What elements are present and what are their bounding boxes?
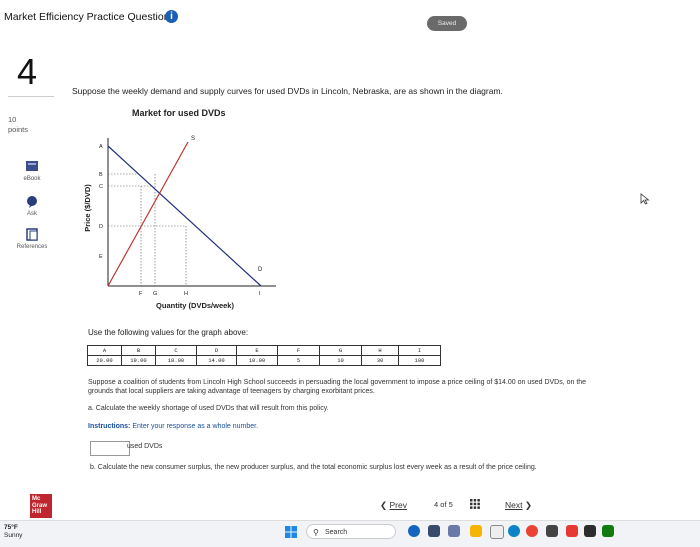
chevron-right-icon: ❯ bbox=[524, 500, 532, 510]
y-tick-label: A bbox=[99, 144, 103, 150]
table-header-cell: B bbox=[121, 345, 156, 356]
grid-icon[interactable] bbox=[470, 499, 480, 509]
next-button[interactable]: Next ❯ bbox=[505, 500, 532, 511]
app-title: Market Efficiency Practice Questions bbox=[4, 11, 175, 23]
table-header-cell: A bbox=[87, 345, 122, 356]
table-header-cell: D bbox=[196, 345, 237, 356]
part-a-question: a. Calculate the weekly shortage of used… bbox=[88, 405, 329, 412]
header-bar: Market Efficiency Practice Questions i S… bbox=[0, 0, 700, 36]
app-icon[interactable] bbox=[408, 525, 420, 537]
supply-curve bbox=[107, 141, 189, 287]
sidebar-item-ebook[interactable]: eBook bbox=[8, 160, 56, 182]
chart-title: Market for used DVDs bbox=[132, 108, 226, 118]
x-tick-label: G bbox=[153, 291, 157, 297]
table-value-cell: 5 bbox=[277, 355, 320, 366]
x-tick-label: F bbox=[139, 291, 143, 297]
file-explorer-icon[interactable] bbox=[470, 525, 482, 537]
demand-curve bbox=[107, 145, 262, 287]
app-icon[interactable] bbox=[490, 525, 504, 539]
table-header-cell: E bbox=[236, 345, 278, 356]
search-label: Search bbox=[325, 529, 348, 536]
page-indicator: 4 of 5 bbox=[434, 500, 453, 509]
mouse-cursor-icon bbox=[640, 193, 650, 205]
chrome-browser-icon[interactable] bbox=[526, 525, 538, 537]
y-tick-label: B bbox=[99, 172, 103, 178]
app-icon[interactable] bbox=[584, 525, 596, 537]
demand-curve-label: D bbox=[258, 267, 263, 273]
part-b-question: b. Calculate the new consumer surplus, t… bbox=[90, 464, 537, 471]
sidebar-item-references[interactable]: References bbox=[8, 228, 56, 250]
answer-input[interactable] bbox=[90, 441, 130, 456]
y-tick-label: C bbox=[99, 184, 103, 190]
camera-app-icon[interactable] bbox=[428, 525, 440, 537]
table-value-cell: 10 bbox=[319, 355, 362, 366]
app-icon[interactable] bbox=[448, 525, 460, 537]
x-tick-label: H bbox=[184, 291, 188, 297]
windows-start-icon[interactable] bbox=[285, 526, 297, 538]
table-header-cell: H bbox=[361, 345, 399, 356]
temperature: 75°F bbox=[4, 524, 18, 531]
y-tick-label: E bbox=[99, 254, 103, 260]
question-prompt: Suppose the weekly demand and supply cur… bbox=[72, 86, 503, 96]
sidebar-item-ask[interactable]: Ask bbox=[8, 195, 56, 217]
table-value-cell: 10.00 bbox=[236, 355, 278, 366]
y-axis-label: Price ($/DVD) bbox=[83, 184, 92, 232]
weather-condition: Sunny bbox=[4, 532, 23, 539]
instructions-label: Instructions: bbox=[88, 423, 131, 430]
x-tick-label: I bbox=[259, 291, 261, 297]
sidebar-item-label: Ask bbox=[26, 211, 37, 217]
instructions: Instructions: Enter your response as a w… bbox=[88, 423, 258, 430]
x-axis-label: Quantity (DVDs/week) bbox=[156, 301, 234, 310]
app-icon[interactable] bbox=[546, 525, 558, 537]
table-header-cell: I bbox=[398, 345, 441, 356]
prev-button[interactable]: ❮ Prev bbox=[380, 500, 407, 511]
weather-widget[interactable]: 75°F Sunny bbox=[4, 524, 22, 540]
ask-icon bbox=[27, 196, 37, 208]
scenario-text: Suppose a coalition of students from Lin… bbox=[88, 379, 587, 395]
xbox-icon[interactable] bbox=[602, 525, 614, 537]
taskbar-search[interactable]: ⚲ Search bbox=[306, 524, 396, 539]
ebook-icon bbox=[26, 161, 38, 171]
sidebar-item-label: References bbox=[16, 244, 48, 250]
answer-unit: used DVDs bbox=[127, 443, 163, 450]
supply-curve-label: S bbox=[191, 136, 195, 142]
search-icon: ⚲ bbox=[313, 528, 319, 537]
values-table: ABCDEFGHI 20.00 19.00 18.00 14.00 10.00 5 10 30… bbox=[87, 345, 441, 366]
next-label: Next bbox=[505, 500, 523, 510]
table-value-cell: 30 bbox=[361, 355, 399, 366]
table-value-cell: 100 bbox=[398, 355, 441, 366]
supply-demand-chart: Price ($/DVD) Quantity (DVDs/week) S D A B… bbox=[83, 136, 276, 310]
sidebar-item-label: eBook bbox=[23, 176, 41, 182]
divider bbox=[8, 96, 54, 97]
table-value-cell: 20.00 bbox=[87, 355, 122, 366]
edge-browser-icon[interactable] bbox=[508, 525, 520, 537]
values-intro: Use the following values for the graph a… bbox=[88, 328, 249, 337]
references-icon bbox=[26, 228, 38, 241]
publisher-logo: Mc Graw Hill bbox=[30, 494, 52, 518]
prev-label: Prev bbox=[389, 500, 407, 510]
instructions-text: Enter your response as a whole number. bbox=[132, 423, 259, 430]
chevron-left-icon: ❮ bbox=[380, 500, 388, 510]
info-icon[interactable]: i bbox=[165, 10, 178, 23]
table-header-cell: G bbox=[319, 345, 362, 356]
table-header-cell: C bbox=[155, 345, 197, 356]
table-value-cell: 14.00 bbox=[196, 355, 237, 366]
saved-button[interactable]: Saved bbox=[427, 16, 467, 31]
points-label: points bbox=[8, 125, 29, 134]
y-tick-label: D bbox=[99, 224, 103, 230]
points-value: 10 bbox=[8, 115, 17, 124]
table-value-cell: 19.00 bbox=[121, 355, 156, 366]
table-header-cell: F bbox=[277, 345, 320, 356]
table-value-cell: 18.00 bbox=[155, 355, 197, 366]
app-icon[interactable] bbox=[566, 525, 578, 537]
question-number: 4 bbox=[17, 51, 38, 92]
points-info: 10 points bbox=[8, 115, 28, 135]
